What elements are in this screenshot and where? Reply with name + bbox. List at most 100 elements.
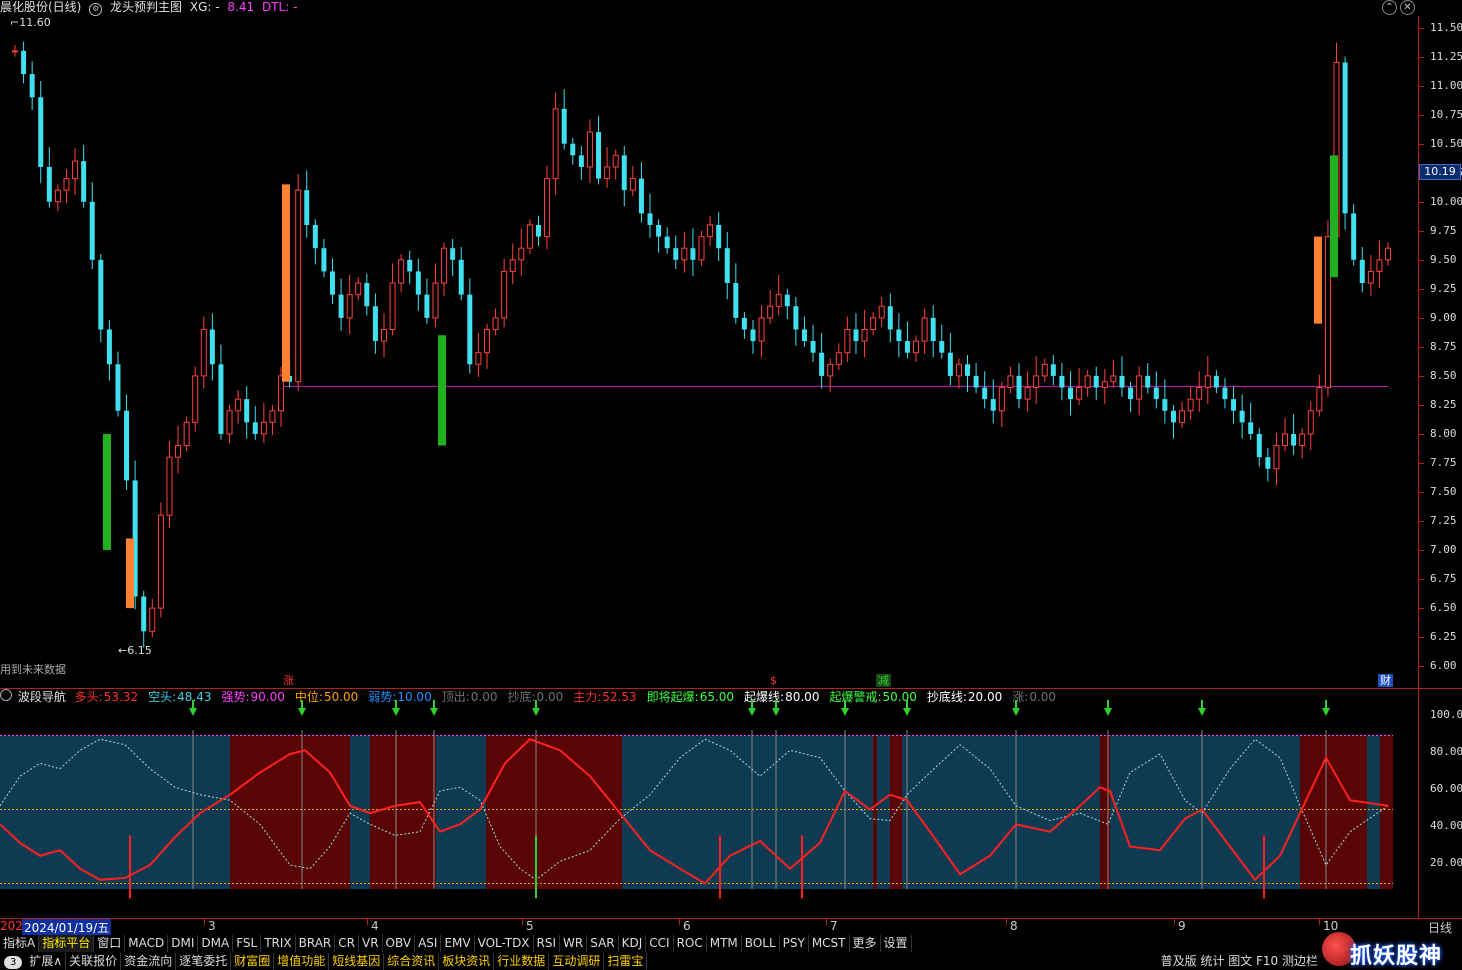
indicator-tab-4[interactable]: DMI [168,935,199,952]
indicator-tab-20[interactable]: ROC [674,935,707,952]
price-tick: 10.75 [1430,107,1462,121]
candle [955,358,962,389]
indicator-tab-10[interactable]: VR [359,935,383,952]
indicator-tab-8[interactable]: BRAR [296,935,336,952]
extension-tab-5[interactable]: 增值功能 [274,953,330,970]
extension-tab-11[interactable]: 扫雷宝 [604,953,648,970]
extension-tab-4[interactable]: 财富圈 [231,953,275,970]
candle [1024,371,1031,412]
indicator-tab-17[interactable]: SAR [587,935,619,952]
candle-body [1342,62,1348,214]
extension-tab-7[interactable]: 综合资讯 [384,953,440,970]
candle [106,320,112,381]
candle [656,219,662,253]
extension-tab-10[interactable]: 互动调研 [549,953,605,970]
indicator-tab-0[interactable]: 指标A [0,935,40,952]
candle-body [1222,387,1228,400]
indicator-tab-21[interactable]: MTM [707,935,742,952]
candle-body [1067,387,1073,400]
indicator-band [873,735,877,890]
marker-jian: 减 [876,674,891,687]
extension-tab-3[interactable]: 逐笔委托 [176,953,232,970]
indicator-tab-14[interactable]: VOL-TDX [475,935,534,952]
candle-body [338,294,344,318]
indicator-settings-icon[interactable]: ⚙ [89,3,103,16]
extension-tab-9[interactable]: 行业数据 [494,953,550,970]
candle-body [1385,247,1391,261]
price-tick-mark [1419,550,1424,552]
candle-body [638,178,644,214]
indicator-tab-13[interactable]: EMV [441,935,475,952]
indicator-tab-7[interactable]: TRIX [261,935,296,952]
indicator-tab-24[interactable]: MCST [809,935,850,952]
indicator-panel[interactable] [0,688,1418,918]
extension-tab-0[interactable]: 扩展∧ [26,953,67,970]
indicator-tab-19[interactable]: CCI [646,935,674,952]
indicator-tab-23[interactable]: PSY [780,935,809,952]
candle-body [750,329,756,342]
close-icon[interactable]: ✕ [1400,0,1415,15]
candle [467,278,473,374]
candle [415,258,421,311]
candle-body [955,363,962,377]
extension-tab-8[interactable]: 板块资讯 [439,953,495,970]
close-value: 8.41 [227,0,255,14]
candle-body [656,224,662,237]
indicator-band [1380,735,1393,890]
candle [372,293,378,354]
price-tick: 8.25 [1430,397,1457,411]
main-indicator-name[interactable]: 龙头预判主图 [110,0,182,14]
extension-tab-1[interactable]: 关联报价 [66,953,122,970]
low-price-label: ←6.15 [118,644,152,657]
indicator-tab-5[interactable]: DMA [198,935,234,952]
candle [612,149,619,180]
candle-body [1256,433,1262,458]
candle-body [1110,375,1117,383]
candle-body [1187,398,1194,412]
indicator-tab-12[interactable]: ASI [415,935,442,952]
candle-body [973,375,979,388]
stock-title[interactable]: 晨化股份(日线) [0,0,81,14]
price-tick-mark [1419,27,1424,29]
candle-body [81,161,87,202]
candle [492,308,499,336]
candle-body [716,224,722,249]
indicator-tab-6[interactable]: FSL [233,935,262,952]
candle [141,590,147,648]
candle [338,278,344,331]
row2-right-links[interactable]: 普及版 统计 图文 F10 测边栏 [1161,953,1318,970]
candle-body [570,143,576,156]
toggle-switch[interactable]: 3 [4,956,23,969]
indicator-tab-15[interactable]: RSI [534,935,561,952]
indicator-tab-11[interactable]: OBV [383,935,416,952]
extension-tab-6[interactable]: 短线基因 [329,953,385,970]
candle [295,173,302,392]
candle-body [784,294,790,307]
indicator-tab-26[interactable]: 设置 [881,935,912,952]
candle [1231,386,1237,424]
candle-body [149,607,156,632]
indicator-tab-3[interactable]: MACD [125,935,169,952]
extension-tab-2[interactable]: 资金流向 [121,953,177,970]
candle [1351,204,1357,266]
candle [1385,242,1391,266]
current-price-tag: 10.19 [1419,164,1461,180]
indicator-tab-9[interactable]: CR [335,935,359,952]
indicator-tab-1[interactable]: 指标平台 [39,935,95,952]
indicator-tab-22[interactable]: BOLL [742,935,780,952]
collapse-icon[interactable]: ⌃ [1382,0,1397,15]
buy-arrow-icon [392,708,400,716]
candle-body [1024,387,1031,400]
indicator-tab-16[interactable]: WR [560,935,588,952]
candle [1093,366,1099,401]
candle [733,263,739,324]
candle [200,316,207,389]
indicator-tab-18[interactable]: KDJ [619,935,647,952]
indicator-tab-25[interactable]: 更多 [850,935,881,952]
candle [183,416,190,452]
candle-body [441,247,448,284]
price-chart[interactable] [0,16,1418,688]
candle [54,184,61,212]
indicator-tab-2[interactable]: 窗口 [94,935,126,952]
candle [1041,358,1048,382]
